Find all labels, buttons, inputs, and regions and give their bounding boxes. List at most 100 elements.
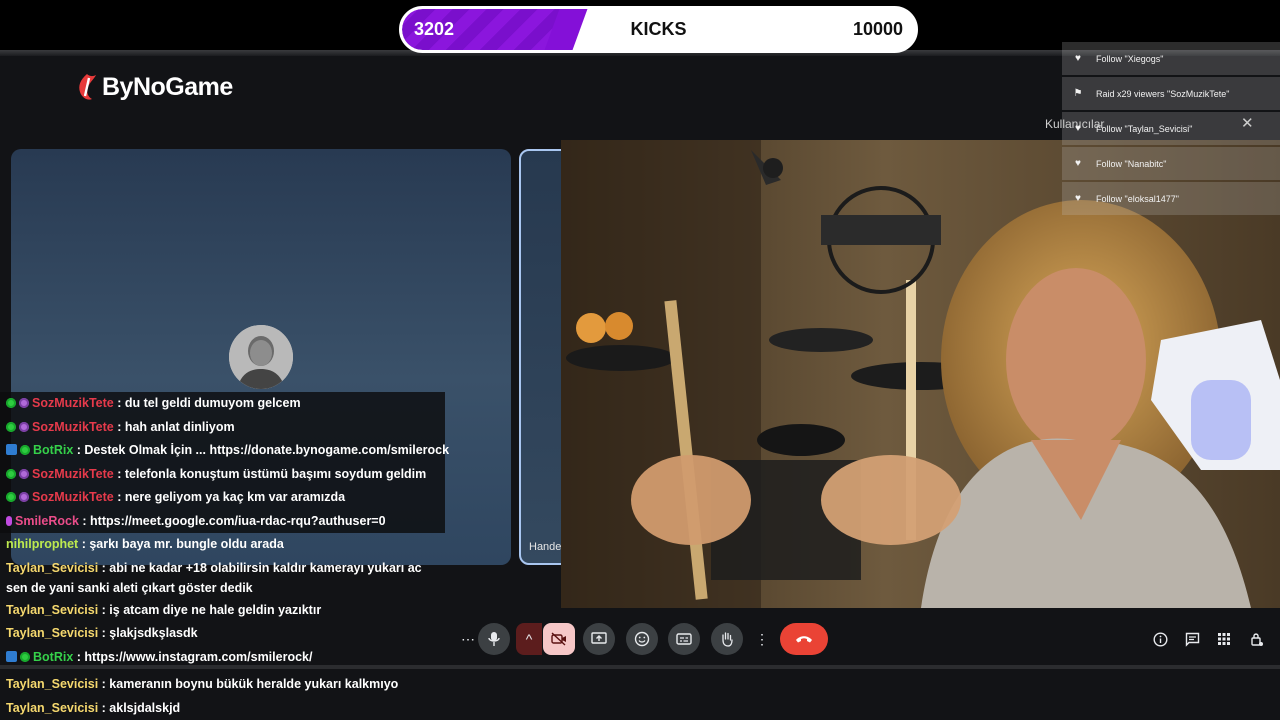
chat-overlay: SozMuzikTete : du tel geldi dumuyom gelc… — [0, 392, 449, 669]
chat-message: nihilprophet : şarkı baya mr. bungle old… — [6, 537, 284, 551]
subscriber-badge-icon — [19, 492, 29, 502]
host-controls-icon — [1250, 632, 1263, 646]
kicks-label: KICKS — [630, 19, 687, 39]
raise-hand-icon — [722, 632, 733, 647]
chat-text: hah anlat dinliyom — [124, 419, 235, 434]
verified-badge-icon — [6, 468, 16, 479]
mic-icon — [488, 632, 500, 646]
chat-message: SozMuzikTete : hah anlat dinliyom — [0, 415, 445, 439]
raid-icon: ⚑ — [1073, 88, 1083, 99]
emoji-button[interactable] — [626, 623, 658, 655]
alert-feed: ♥ Follow "Xiegogs" ⚑ Raid x29 viewers "S… — [1062, 42, 1280, 217]
options-icon: ⋮ — [755, 630, 769, 647]
activities-icon — [1218, 633, 1230, 645]
chat-text: nere geliyom ya kaç km var aramızda — [124, 490, 346, 504]
chat-username: SozMuzikTete — [32, 396, 114, 410]
kicks-goal-bar: KICKS 3202 10000 — [399, 6, 918, 53]
camera-off-icon — [551, 632, 566, 646]
kicks-goal: 10000 — [852, 19, 903, 39]
chat-message: Taylan_Sevicisi : şlakjsdkşlasdk — [6, 626, 198, 640]
chat-username: SozMuzikTete — [32, 466, 114, 481]
bottom-divider — [0, 665, 1280, 669]
chat-username: SozMuzikTete — [32, 490, 114, 504]
heart-icon: ♥ — [1075, 193, 1081, 204]
verified-badge-icon — [20, 651, 30, 662]
alert-item: ♥ Follow "Taylan_Sevicisi" — [1062, 112, 1280, 145]
activities-button[interactable] — [1213, 628, 1235, 650]
chat-icon — [1185, 632, 1199, 647]
info-icon — [1152, 631, 1168, 647]
chat-message: Taylan_Sevicisi : kameranın boynu bükük … — [6, 677, 399, 691]
chat-username: SmileRock — [15, 513, 79, 528]
leave-call-icon — [796, 636, 812, 643]
chat-overlay-bottom: Taylan_Sevicisi : kameranın boynu bükük … — [0, 673, 640, 720]
heart-icon: ♥ — [1075, 53, 1081, 64]
chat-message: Taylan_Sevicisi : iş atcam diye ne hale … — [6, 602, 322, 617]
bot-badge-icon — [6, 444, 17, 455]
alert-item: ♥ Follow "eloksal1477" — [1062, 182, 1280, 215]
alert-text: Follow "Nanabitc" — [1096, 158, 1167, 169]
subscriber-badge-icon — [19, 398, 29, 408]
chevron-up-icon: ^ — [525, 631, 533, 647]
chat-username: SozMuzikTete — [32, 419, 114, 434]
alert-text: Follow "Xiegogs" — [1096, 53, 1164, 64]
verified-badge-icon — [6, 492, 16, 502]
chat-username: Taylan_Sevicisi — [6, 677, 99, 691]
present-icon — [591, 632, 607, 644]
bynogame-logo: ByNoGame — [76, 70, 233, 104]
chat-message: SozMuzikTete : telefonla konuştum üstümü… — [0, 462, 445, 486]
heart-icon: ♥ — [1075, 158, 1081, 169]
chat-message: BotRix : Destek Olmak İçin ... https://d… — [0, 439, 449, 463]
logo-mark-icon — [79, 74, 96, 100]
alert-item: ♥ Follow "Xiegogs" — [1062, 42, 1280, 75]
more-options-button[interactable]: ⋮ — [748, 623, 776, 655]
chat-username: Taylan_Sevicisi — [6, 700, 99, 715]
emoji-icon — [634, 631, 650, 647]
raise-hand-button[interactable] — [711, 623, 743, 655]
heart-icon: ♥ — [1075, 123, 1081, 134]
chat-username: Taylan_Sevicisi — [6, 602, 99, 617]
captions-icon — [676, 633, 692, 645]
captions-button[interactable] — [668, 623, 700, 655]
chat-username: BotRix — [33, 443, 74, 457]
chat-text: iş atcam diye ne hale geldin yazıktır — [109, 602, 322, 617]
chat-button[interactable] — [1181, 628, 1203, 650]
mic-button[interactable] — [478, 623, 510, 655]
meeting-info-button[interactable] — [1149, 628, 1171, 650]
alert-text: Follow "Taylan_Sevicisi" — [1096, 123, 1193, 134]
chat-text: https://meet.google.com/iua-rdac-rqu?aut… — [90, 513, 386, 528]
leave-call-button[interactable] — [780, 623, 828, 655]
bot-badge-icon — [6, 650, 17, 662]
stream-frame: KICKS 3202 10000 ByNoGame Hande Kullanıc… — [0, 0, 1280, 720]
alert-text: Follow "eloksal1477" — [1096, 193, 1179, 204]
present-button[interactable] — [583, 623, 615, 655]
chat-message: SmileRock : https://meet.google.com/iua-… — [0, 509, 445, 533]
chat-message: SozMuzikTete : nere geliyom ya kaç km va… — [0, 486, 445, 510]
logo-text: ByNoGame — [102, 72, 233, 101]
chat-username: Taylan_Sevicisi — [6, 560, 99, 575]
chat-message: Taylan_Sevicisi : abi ne kadar +18 olabi… — [6, 560, 422, 595]
camera-toggle-button[interactable] — [543, 623, 575, 655]
broadcaster-badge-icon — [6, 515, 12, 526]
participant-tile-active[interactable] — [519, 149, 565, 565]
chat-text: du tel geldi dumuyom gelcem — [124, 396, 301, 410]
chat-text: şarkı baya mr. bungle oldu arada — [89, 537, 284, 551]
chat-username: Taylan_Sevicisi — [6, 626, 99, 640]
chat-text: Destek Olmak İçin ... https://donate.byn… — [84, 443, 450, 457]
chat-message: Taylan_Sevicisi : aklsjdalskjd — [6, 700, 181, 715]
chat-username: BotRix — [33, 649, 74, 664]
verified-badge-icon — [6, 421, 16, 432]
alert-text: Raid x29 viewers "SozMuzikTete" — [1096, 88, 1230, 99]
participant-name: Hande — [529, 541, 562, 553]
verified-badge-icon — [20, 445, 30, 455]
chat-message: SozMuzikTete : du tel geldi dumuyom gelc… — [0, 392, 445, 416]
chat-username: nihilprophet — [6, 537, 79, 551]
camera-options-button[interactable]: ^ — [516, 623, 542, 655]
verified-badge-icon — [6, 398, 16, 408]
chat-text: aklsjdalskjd — [109, 700, 181, 715]
subscriber-badge-icon — [19, 421, 29, 432]
alert-item: ⚑ Raid x29 viewers "SozMuzikTete" — [1062, 77, 1280, 110]
participant-avatar — [229, 325, 293, 389]
alert-item: ♥ Follow "Nanabitc" — [1062, 147, 1280, 180]
host-controls-button[interactable] — [1245, 628, 1267, 650]
